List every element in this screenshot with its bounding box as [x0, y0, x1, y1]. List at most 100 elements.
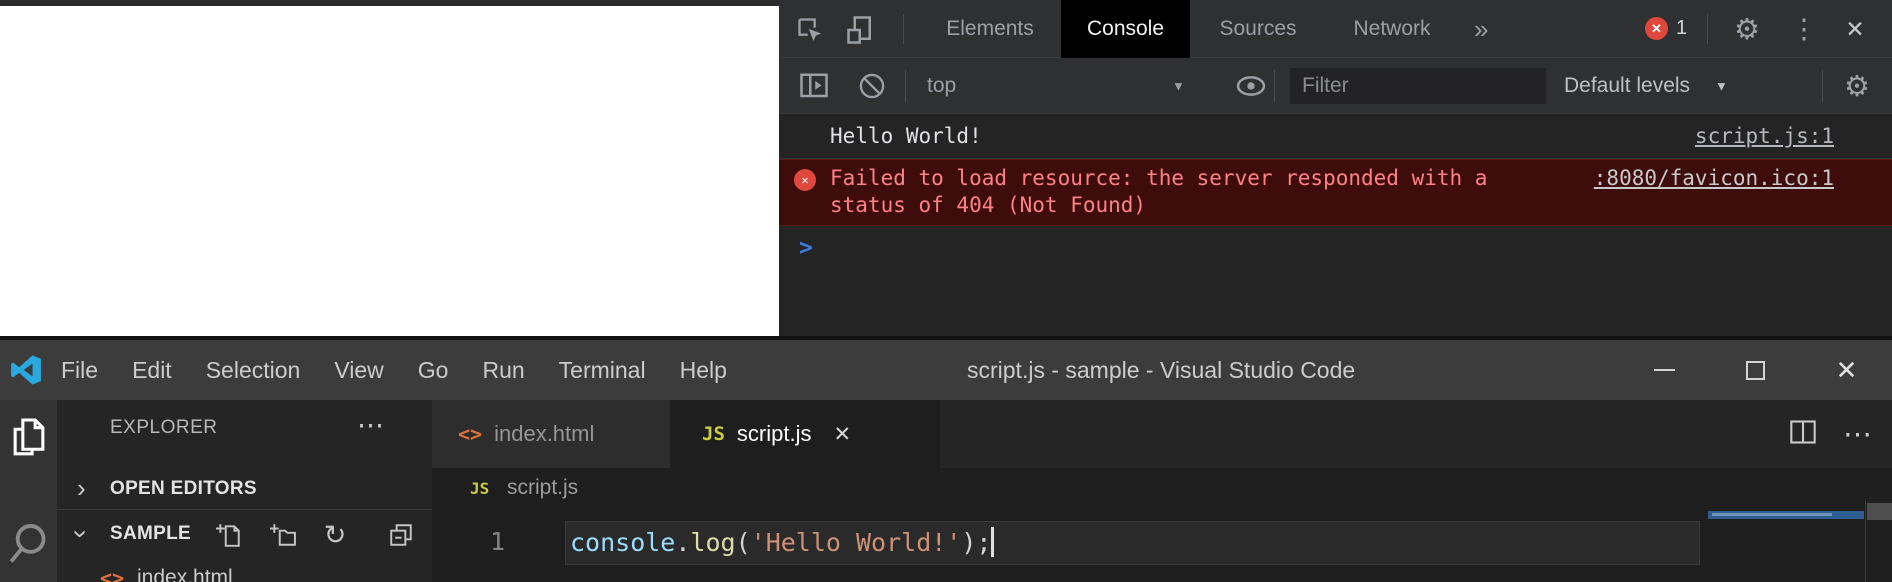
- error-icon: ✕: [794, 169, 816, 191]
- console-log-row: Hello World! script.js:1: [779, 114, 1892, 159]
- vscode-titlebar[interactable]: File Edit Selection View Go Run Terminal…: [0, 340, 1892, 400]
- vscode-logo-icon: [10, 354, 42, 386]
- vscode-body: EXPLORER ⋯ › OPEN EDITORS › SAMPLE: [0, 400, 1892, 582]
- error-badge-count: 1: [1676, 17, 1687, 40]
- js-file-icon: JS: [702, 423, 725, 445]
- split-editor-icon[interactable]: [1789, 418, 1817, 451]
- new-folder-icon[interactable]: [269, 521, 297, 549]
- menu-terminal[interactable]: Terminal: [542, 357, 663, 384]
- menu-edit[interactable]: Edit: [115, 357, 189, 384]
- devtools-tab-sources[interactable]: Sources: [1199, 0, 1317, 58]
- console-prompt-row[interactable]: >: [779, 226, 1892, 261]
- context-selector[interactable]: top: [927, 74, 956, 98]
- text-cursor: [991, 527, 994, 557]
- minimap[interactable]: [1708, 511, 1864, 519]
- maximize-icon: [1746, 361, 1765, 380]
- divider: [905, 70, 906, 102]
- vscode-menubar: File Edit Selection View Go Run Terminal…: [44, 340, 744, 400]
- error-source-link[interactable]: :8080/favicon.ico:1: [1594, 165, 1834, 192]
- folder-label: SAMPLE: [110, 523, 191, 545]
- editor-tab-index-html[interactable]: <> index.html: [432, 400, 670, 468]
- menu-help[interactable]: Help: [663, 357, 744, 384]
- window-controls: ✕: [1619, 340, 1892, 400]
- console-messages: Hello World! script.js:1 ✕ Failed to loa…: [779, 114, 1892, 336]
- editor-group: <> index.html JS script.js ✕ ⋯: [432, 400, 1892, 582]
- html-file-icon: <>: [458, 422, 482, 446]
- menu-run[interactable]: Run: [465, 357, 541, 384]
- maximize-button[interactable]: [1710, 340, 1801, 400]
- editor-scrollbar[interactable]: [1867, 503, 1892, 520]
- minimap-border: [1865, 500, 1866, 582]
- menu-selection[interactable]: Selection: [189, 357, 318, 384]
- log-levels-dropdown[interactable]: Default levels: [1564, 74, 1690, 98]
- file-item-label: index.html: [137, 566, 233, 582]
- explorer-sidebar: EXPLORER ⋯ › OPEN EDITORS › SAMPLE: [57, 400, 432, 582]
- console-error-row: ✕ Failed to load resource: the server re…: [779, 159, 1892, 226]
- devtools-tab-elements[interactable]: Elements: [929, 0, 1051, 58]
- tab-label: index.html: [494, 421, 594, 447]
- file-item-index-html[interactable]: <> index.html: [57, 560, 432, 582]
- devtools-tabbar: Elements Console Sources Network » ✕ 1 ⚙…: [779, 0, 1892, 58]
- explorer-header-label: EXPLORER: [110, 417, 217, 439]
- divider: [1274, 70, 1275, 102]
- code-area[interactable]: 1 console.log('Hello World!');: [432, 512, 1892, 582]
- search-icon[interactable]: [8, 522, 50, 577]
- new-file-icon[interactable]: [215, 521, 243, 549]
- clear-console-icon[interactable]: [856, 71, 888, 101]
- live-expression-eye-icon[interactable]: [1234, 73, 1268, 99]
- window-title: script.js - sample - Visual Studio Code: [967, 340, 1355, 400]
- close-button[interactable]: ✕: [1801, 340, 1892, 400]
- devtools-tab-network[interactable]: Network: [1331, 0, 1453, 58]
- html-file-icon: <>: [100, 566, 124, 582]
- code-line: console.log('Hello World!');: [570, 527, 994, 557]
- log-levels-caret-icon[interactable]: ▼: [1715, 78, 1728, 93]
- menu-go[interactable]: Go: [401, 357, 466, 384]
- chevron-down-icon: ›: [68, 530, 94, 539]
- explorer-header: EXPLORER ⋯: [57, 400, 432, 458]
- menu-file[interactable]: File: [44, 357, 115, 384]
- console-log-text: Hello World!: [830, 124, 982, 148]
- collapse-all-icon[interactable]: [387, 521, 415, 549]
- console-filter-input[interactable]: [1290, 68, 1546, 104]
- console-settings-gear-icon[interactable]: ⚙: [1837, 70, 1877, 102]
- folder-section-sample[interactable]: › SAMPLE ↻: [57, 513, 432, 557]
- tab-label: script.js: [737, 421, 812, 447]
- minimize-button[interactable]: [1619, 340, 1710, 400]
- device-toolbar-icon[interactable]: [845, 15, 877, 45]
- breadcrumb[interactable]: JS script.js: [432, 468, 1892, 512]
- menu-view[interactable]: View: [317, 357, 400, 384]
- editor-more-actions-icon[interactable]: ⋯: [1843, 417, 1872, 452]
- refresh-icon[interactable]: ↻: [321, 521, 349, 549]
- explorer-files-icon[interactable]: [9, 416, 49, 469]
- open-editors-section[interactable]: › OPEN EDITORS: [57, 470, 432, 510]
- console-sidebar-toggle-icon[interactable]: [798, 71, 830, 101]
- divider: [903, 14, 904, 44]
- line-number: 1: [432, 527, 505, 556]
- devtools-close-icon[interactable]: ✕: [1835, 15, 1875, 43]
- error-count-badge[interactable]: ✕ 1: [1645, 17, 1687, 40]
- editor-actions: ⋯: [1789, 400, 1872, 468]
- devtools-menu-kebab-icon[interactable]: ⋮: [1791, 14, 1817, 44]
- more-tabs-icon[interactable]: »: [1474, 0, 1488, 58]
- open-editors-label: OPEN EDITORS: [110, 478, 257, 500]
- console-toolbar: top ▼ Default levels ▼ ⚙: [779, 58, 1892, 114]
- editor-tab-script-js[interactable]: JS script.js ✕: [670, 400, 940, 468]
- console-prompt-chevron-icon: >: [799, 235, 813, 261]
- console-error-text: Failed to load resource: the server resp…: [830, 165, 1487, 219]
- vscode-window: File Edit Selection View Go Run Terminal…: [0, 336, 1892, 582]
- explorer-more-actions-icon[interactable]: ⋯: [357, 410, 384, 441]
- activity-bar: [0, 400, 57, 582]
- log-source-link[interactable]: script.js:1: [1695, 124, 1834, 148]
- screenshot-root: Elements Console Sources Network » ✕ 1 ⚙…: [0, 0, 1892, 582]
- editor-tabbar: <> index.html JS script.js ✕ ⋯: [432, 400, 1892, 468]
- tab-close-icon[interactable]: ✕: [833, 422, 851, 447]
- divider: [1707, 14, 1708, 44]
- divider: [1822, 70, 1823, 102]
- inspect-element-icon[interactable]: [795, 16, 825, 44]
- minimize-icon: [1654, 369, 1675, 371]
- context-selector-caret-icon[interactable]: ▼: [1172, 78, 1185, 93]
- chevron-right-icon: ›: [77, 475, 86, 501]
- settings-gear-icon[interactable]: ⚙: [1727, 13, 1767, 45]
- devtools-tab-console[interactable]: Console: [1061, 0, 1190, 58]
- browser-viewport: [0, 6, 779, 336]
